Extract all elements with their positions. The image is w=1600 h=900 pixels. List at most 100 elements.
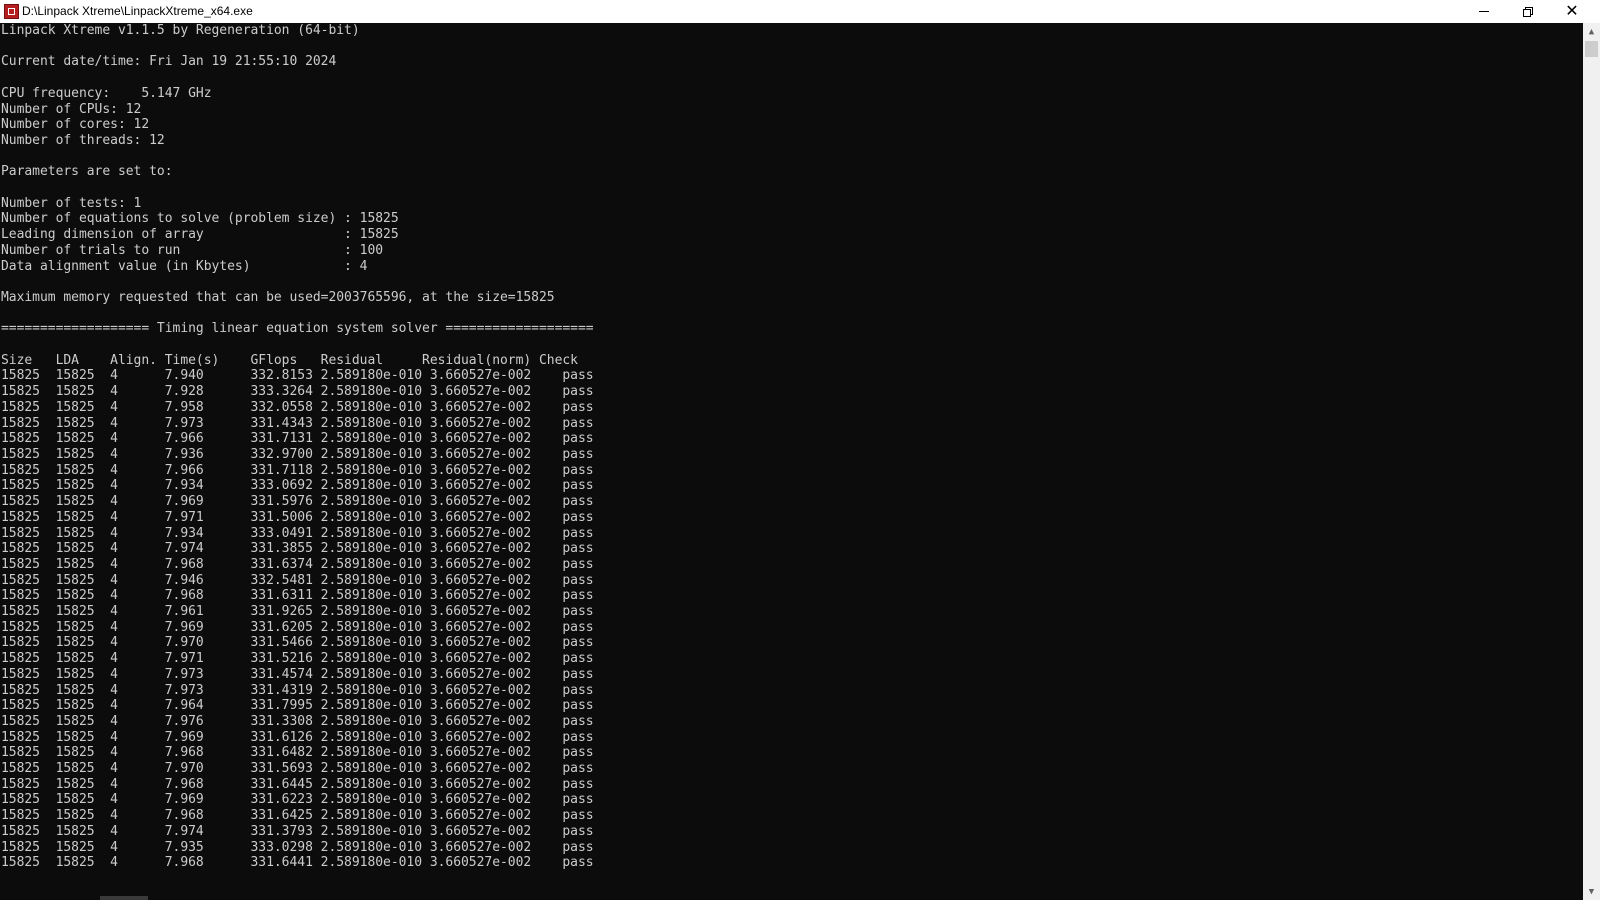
cell-residual-norm: 3.660527e-002 (429, 431, 547, 447)
cell-size: 15825 (1, 478, 56, 494)
cell-residual: 2.589180e-010 (320, 713, 430, 729)
cell-residual: 2.589180e-010 (320, 462, 430, 478)
cell-lda: 15825 (55, 776, 111, 792)
cell-gflops: 331.6482 (250, 745, 321, 761)
cell-gflops: 331.4343 (250, 415, 321, 431)
cell-time: 7.936 (164, 446, 251, 462)
table-row: 15825 15825 4 7.968 331.6374 2.589180e-0… (0, 557, 1583, 573)
cell-residual-norm: 3.660527e-002 (429, 635, 547, 651)
cell-size: 15825 (1, 588, 56, 604)
console-line: Leading dimension of array : 15825 (1, 227, 399, 243)
results-table: 15825 15825 4 7.940 332.8153 2.589180e-0… (0, 368, 1583, 871)
cell-residual-norm: 3.660527e-002 (429, 698, 547, 714)
cell-check: pass (546, 494, 594, 510)
cell-gflops: 331.6445 (250, 776, 321, 792)
console-line: Current date/time: Fri Jan 19 21:55:10 2… (1, 54, 337, 70)
cell-align: 4 (110, 415, 165, 431)
cell-size: 15825 (1, 541, 56, 557)
cell-time: 7.974 (164, 823, 251, 839)
cell-align: 4 (110, 745, 165, 761)
console-output[interactable]: Linpack Xtreme v1.1.5 by Regeneration (6… (0, 23, 1583, 900)
cell-residual-norm: 3.660527e-002 (429, 713, 547, 729)
cell-align: 4 (110, 839, 165, 855)
cell-check: pass (546, 713, 594, 729)
vertical-scrollbar[interactable]: ▲ ▼ (1583, 23, 1600, 900)
cell-residual-norm: 3.660527e-002 (429, 682, 547, 698)
cell-size: 15825 (1, 399, 56, 415)
cell-size: 15825 (1, 446, 56, 462)
table-row: 15825 15825 4 7.969 331.5976 2.589180e-0… (0, 494, 1583, 510)
table-row: 15825 15825 4 7.971 331.5006 2.589180e-0… (0, 510, 1583, 526)
cell-time: 7.974 (164, 541, 251, 557)
cell-residual-norm: 3.660527e-002 (429, 478, 547, 494)
cell-gflops: 332.8153 (250, 368, 321, 384)
cell-lda: 15825 (55, 494, 111, 510)
cell-residual: 2.589180e-010 (320, 604, 430, 620)
close-icon: ✕ (1565, 2, 1579, 20)
table-row: 15825 15825 4 7.966 331.7131 2.589180e-0… (0, 431, 1583, 447)
cell-align: 4 (110, 651, 165, 667)
cell-check: pass (546, 635, 594, 651)
console-line: Linpack Xtreme v1.1.5 by Regeneration (6… (1, 23, 360, 38)
cell-align: 4 (110, 635, 165, 651)
cell-align: 4 (110, 368, 165, 384)
cell-size: 15825 (1, 666, 56, 682)
cell-time: 7.970 (164, 761, 251, 777)
console-line: Number of equations to solve (problem si… (1, 211, 399, 227)
cell-gflops: 331.6223 (250, 792, 321, 808)
cell-check: pass (546, 525, 594, 541)
cell-lda: 15825 (55, 431, 111, 447)
close-button[interactable]: ✕ (1550, 0, 1594, 23)
cell-align: 4 (110, 776, 165, 792)
cell-check: pass (546, 792, 594, 808)
cell-align: 4 (110, 588, 165, 604)
table-row: 15825 15825 4 7.934 333.0692 2.589180e-0… (0, 478, 1583, 494)
cell-size: 15825 (1, 462, 56, 478)
window-titlebar[interactable]: D:\Linpack Xtreme\LinpackXtreme_x64.exe … (0, 0, 1600, 23)
app-icon[interactable] (4, 4, 19, 19)
cell-lda: 15825 (55, 415, 111, 431)
cell-residual-norm: 3.660527e-002 (429, 808, 547, 824)
cell-gflops: 333.0298 (250, 839, 321, 855)
cell-gflops: 331.7118 (250, 462, 321, 478)
cell-time: 7.934 (164, 478, 251, 494)
cell-gflops: 332.9700 (250, 446, 321, 462)
cell-align: 4 (110, 604, 165, 620)
console-line: Number of CPUs: 12 (1, 101, 142, 117)
scroll-thumb[interactable] (1585, 41, 1598, 57)
cell-size: 15825 (1, 792, 56, 808)
restore-button[interactable] (1506, 0, 1550, 23)
cell-residual-norm: 3.660527e-002 (429, 604, 547, 620)
cell-size: 15825 (1, 572, 56, 588)
table-row: 15825 15825 4 7.969 331.6223 2.589180e-0… (0, 792, 1583, 808)
scroll-up-button[interactable]: ▲ (1583, 23, 1600, 40)
cell-time: 7.968 (164, 588, 251, 604)
cell-residual-norm: 3.660527e-002 (429, 651, 547, 667)
table-row: 15825 15825 4 7.940 332.8153 2.589180e-0… (0, 368, 1583, 384)
restore-icon (1523, 6, 1533, 17)
cell-align: 4 (110, 572, 165, 588)
cell-residual: 2.589180e-010 (320, 399, 430, 415)
table-row: 15825 15825 4 7.961 331.9265 2.589180e-0… (0, 604, 1583, 620)
cell-lda: 15825 (55, 808, 111, 824)
scroll-down-button[interactable]: ▼ (1583, 883, 1600, 900)
cell-lda: 15825 (55, 729, 111, 745)
cell-residual-norm: 3.660527e-002 (429, 855, 547, 871)
cell-gflops: 331.7131 (250, 431, 321, 447)
cell-align: 4 (110, 494, 165, 510)
cell-residual-norm: 3.660527e-002 (429, 494, 547, 510)
cell-lda: 15825 (55, 368, 111, 384)
minimize-button[interactable] (1462, 0, 1506, 23)
cell-size: 15825 (1, 525, 56, 541)
cell-size: 15825 (1, 713, 56, 729)
cell-lda: 15825 (55, 635, 111, 651)
cell-residual: 2.589180e-010 (320, 745, 430, 761)
table-row: 15825 15825 4 7.976 331.3308 2.589180e-0… (0, 714, 1583, 730)
table-row: 15825 15825 4 7.968 331.6311 2.589180e-0… (0, 588, 1583, 604)
cell-check: pass (546, 446, 594, 462)
cell-size: 15825 (1, 682, 56, 698)
cell-align: 4 (110, 729, 165, 745)
cell-lda: 15825 (55, 651, 111, 667)
cell-align: 4 (110, 808, 165, 824)
cell-check: pass (546, 682, 594, 698)
